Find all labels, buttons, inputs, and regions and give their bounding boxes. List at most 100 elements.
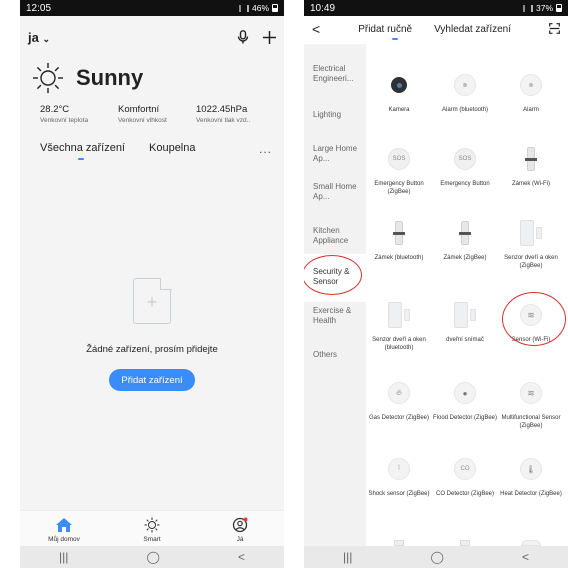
device-lock-zigbee[interactable]: Zámek (ZigBee) [432,218,498,262]
camera-icon [384,70,414,100]
stat-label: Venkovní vlhkost [118,117,167,124]
device-emergency[interactable]: SOS Emergency Button [432,144,498,188]
recent-apps-button[interactable]: ||| [343,550,352,564]
scan-icon[interactable] [549,23,560,34]
home-icon [55,516,73,534]
home-name: ja [28,29,39,45]
device-gas-detector[interactable]: 🔥︎ Gas Detector (ZigBee) [366,378,432,422]
device-camera[interactable]: Kamera [366,70,432,114]
sos-label: SOS [454,148,476,170]
device-flood-detector[interactable]: ● Flood Detector (ZigBee) [432,378,498,422]
vibration-icon: ⦚ [384,454,414,484]
system-nav-bar: ||| ◯ < [20,546,284,568]
sos-icon: SOS [450,144,480,174]
add-icon[interactable] [263,30,276,44]
co-label: CO [454,458,476,480]
tab-label: Můj domov [48,536,80,543]
chevron-down-icon: ⌄ [42,33,51,44]
device-multifunctional-sensor[interactable]: ≋ Multifunctional Sensor (ZigBee) [498,378,564,430]
back-button[interactable]: < [238,550,245,564]
tab-label: Smart [143,536,161,543]
sos-label: SOS [388,148,410,170]
device-alarm[interactable]: Alarm [498,70,564,114]
microphone-icon[interactable] [237,30,249,44]
status-bar: 12:05 46% [20,0,284,16]
device-label: Shock sensor (ZigBee) [368,491,430,497]
device-door-sensor-zigbee[interactable]: Senzor dveří a oken (ZigBee) [498,218,564,270]
tab-scan-devices[interactable]: Vyhledat zařízení [434,24,511,35]
status-icons: 37% [522,3,562,13]
weather-stat: 28.2°C Venkovní teplota [40,104,118,124]
door-sensor-icon [450,300,480,330]
add-device-screen: 10:49 37% < Přidat ručně Vyhledat zaříze… [304,0,568,568]
category-kitchen[interactable]: Kitchen Appliance [304,226,366,246]
back-button[interactable]: < [522,550,529,564]
device-label: Flood Detector (ZigBee) [432,415,498,421]
tab-label: Já [236,536,244,543]
device-label: Multifunctional Sensor (ZigBee) [501,415,561,429]
device-label: Zámek (ZigBee) [443,255,487,261]
empty-state: + Žádné zařízení, prosím přidejte Přidat… [20,277,284,391]
device-label: Gas Detector (ZigBee) [368,415,430,421]
more-icon[interactable]: ... [259,142,272,156]
tab-me[interactable]: Já [210,516,270,543]
device-door-sensor-bluetooth[interactable]: Senzor dveří a oken (bluetooth) [366,300,432,352]
category-large-home[interactable]: Large Home Ap... [304,144,366,164]
device-alarm-bluetooth[interactable]: Alarm (bluetooth) [432,70,498,114]
weather-panel: Sunny [20,48,284,94]
tab-all-devices[interactable]: Všechna zařízení [40,142,125,154]
profile-icon [231,516,249,534]
signal-icon [238,4,249,12]
sun-icon [144,516,160,534]
plus-icon: + [146,292,158,312]
tab-indicator [78,158,84,160]
add-device-header: < Přidat ručně Vyhledat zařízení [304,16,568,42]
category-lighting[interactable]: Lighting [304,110,366,120]
stat-label: Venkovní teplota [40,117,89,124]
home-selector[interactable]: ja ⌄ [28,30,50,45]
back-icon[interactable]: < [312,21,320,37]
stat-value: 1022.45hPa [196,104,248,115]
device-lock-wifi[interactable]: Zámek (Wi-Fi) [498,144,564,188]
device-label: Alarm [523,107,539,113]
device-door-detector[interactable]: dveřní snímač [432,300,498,344]
device-label: Senzor dveří a oken (ZigBee) [504,255,558,269]
device-shock-sensor[interactable]: ⦚ Shock sensor (ZigBee) [366,454,432,498]
category-others[interactable]: Others [304,350,366,360]
tab-indicator [392,37,399,40]
device-co-detector[interactable]: CO CO Detector (ZigBee) [432,454,498,498]
device-heat-detector[interactable]: 🌡︎ Heat Detector (ZigBee) [498,454,564,498]
add-document-icon: + [133,277,172,324]
battery-percent: 37% [535,3,553,13]
lock-icon [450,218,480,248]
category-small-home[interactable]: Small Home Ap... [304,182,366,202]
add-device-button[interactable]: Přidat zařízení [109,369,195,391]
status-time: 10:49 [310,2,336,14]
battery-icon [556,4,562,12]
wave-sensor-icon: ≋ [516,378,546,408]
tab-smart[interactable]: Smart [122,516,182,543]
device-emergency-zigbee[interactable]: SOS Emergency Button (ZigBee) [366,144,432,196]
tab-bathroom[interactable]: Koupelna [149,142,196,154]
device-lock-bluetooth[interactable]: Zámek (bluetooth) [366,218,432,262]
weather-stat: 1022.45hPa Venkovní tlak vzd.. [196,104,274,124]
co-icon: CO [450,454,480,484]
category-electrical[interactable]: Electrical Engineeri... [304,64,366,84]
home-button[interactable]: ◯ [146,550,159,564]
lock-icon [384,218,414,248]
device-label: Senzor dveří a oken (bluetooth) [372,337,426,351]
header-actions [237,30,276,44]
category-sidebar: Electrical Engineeri... Lighting Large H… [304,44,366,546]
recent-apps-button[interactable]: ||| [59,550,68,564]
alarm-icon [516,70,546,100]
device-label: dveřní snímač [446,337,484,343]
tab-add-manually[interactable]: Přidat ručně [358,24,412,40]
tab-my-home[interactable]: Můj domov [34,516,94,543]
home-button[interactable]: ◯ [430,550,443,564]
device-label: Emergency Button [440,181,490,187]
category-exercise[interactable]: Exercise & Health [304,306,366,326]
stat-value: 28.2°C [40,104,70,115]
signal-icon [522,4,533,12]
device-label: Zámek (bluetooth) [374,255,424,261]
sos-icon: SOS [384,144,414,174]
